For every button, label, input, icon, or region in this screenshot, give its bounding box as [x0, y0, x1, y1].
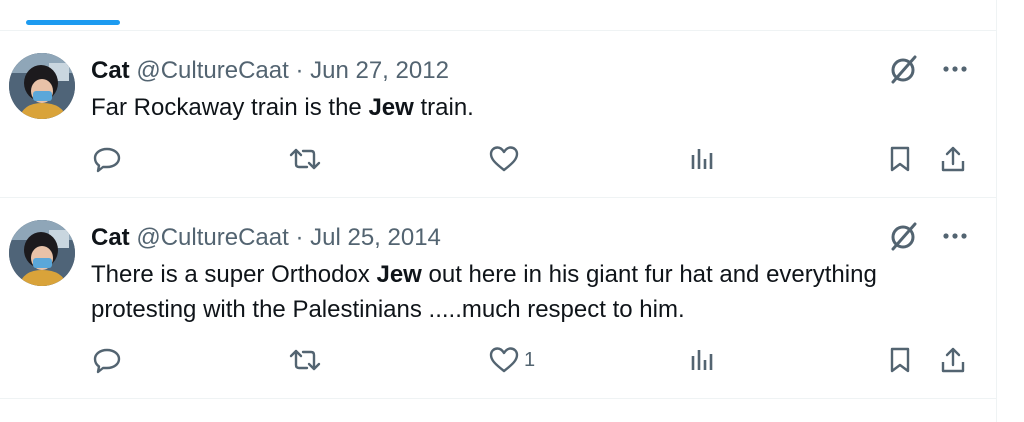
- text-segment: train.: [413, 94, 474, 121]
- like-button[interactable]: 1: [488, 345, 535, 375]
- tweet-text: Far Rockaway train is the Jew train.: [91, 90, 971, 125]
- views-button[interactable]: [689, 345, 715, 375]
- avatar[interactable]: [9, 220, 75, 286]
- separator: ·: [295, 224, 304, 251]
- views-icon: [691, 350, 713, 370]
- tweet-date[interactable]: Jul 25, 2014: [310, 224, 441, 251]
- author-name[interactable]: Cat: [91, 57, 130, 84]
- grok-icon[interactable]: [886, 218, 922, 254]
- divider: [0, 398, 996, 399]
- highlighted-term: Jew: [368, 94, 414, 121]
- grok-icon[interactable]: [886, 51, 922, 87]
- reply-icon: [93, 147, 121, 173]
- retweet-button[interactable]: [287, 345, 323, 375]
- share-icon: [941, 347, 965, 373]
- avatar[interactable]: [9, 53, 75, 119]
- bookmark-button[interactable]: [886, 345, 914, 375]
- avatar-image: [9, 220, 75, 286]
- tweet-2[interactable]: Cat @CultureCaat · Jul 25, 2014 There is…: [0, 198, 996, 398]
- more-icon[interactable]: [940, 59, 970, 79]
- tweet-text: There is a super Orthodox Jew out here i…: [91, 257, 971, 327]
- tweet-date[interactable]: Jun 27, 2012: [310, 57, 449, 84]
- avatar-image: [9, 53, 75, 119]
- tweet-header: Cat @CultureCaat · Jun 27, 2012: [91, 57, 449, 85]
- timeline-right-border: [996, 0, 997, 422]
- like-count: 1: [524, 348, 536, 371]
- reply-button[interactable]: [92, 144, 122, 174]
- share-button[interactable]: [938, 144, 968, 174]
- text-segment: Far Rockaway train is the: [91, 94, 369, 121]
- author-name[interactable]: Cat: [91, 224, 130, 251]
- reply-icon: [93, 348, 121, 374]
- reply-button[interactable]: [92, 345, 122, 375]
- share-button[interactable]: [938, 345, 968, 375]
- more-icon[interactable]: [940, 226, 970, 246]
- views-button[interactable]: [689, 144, 715, 174]
- author-handle[interactable]: @CultureCaat: [136, 57, 288, 84]
- bookmark-button[interactable]: [886, 144, 914, 174]
- share-icon: [941, 146, 965, 172]
- retweet-icon: [289, 148, 321, 170]
- bookmark-icon: [890, 347, 910, 373]
- highlighted-term: Jew: [376, 261, 422, 288]
- retweet-icon: [289, 349, 321, 371]
- active-tab-indicator: [26, 20, 120, 25]
- separator: ·: [295, 57, 304, 84]
- retweet-button[interactable]: [287, 144, 323, 174]
- bookmark-icon: [890, 146, 910, 172]
- text-segment: There is a super Orthodox: [91, 261, 377, 288]
- like-icon: [489, 347, 519, 373]
- like-icon: [489, 146, 519, 172]
- author-handle[interactable]: @CultureCaat: [136, 224, 288, 251]
- like-button[interactable]: [488, 144, 524, 174]
- tweet-header: Cat @CultureCaat · Jul 25, 2014: [91, 224, 441, 252]
- views-icon: [691, 149, 713, 169]
- tweet-1[interactable]: Cat @CultureCaat · Jun 27, 2012 Far Rock…: [0, 31, 996, 197]
